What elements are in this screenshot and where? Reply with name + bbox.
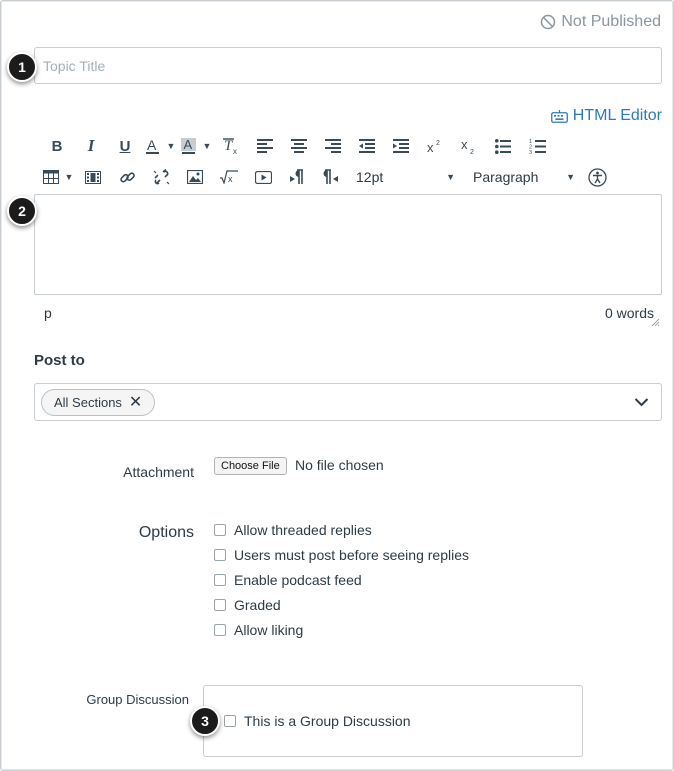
bullet-list-icon[interactable] — [486, 134, 520, 158]
editor-toolbar-row-1: B I U A ▼ A ▼ Tx x2 x2 123 — [40, 134, 554, 158]
resize-handle-icon[interactable] — [651, 318, 660, 327]
topic-title-input[interactable] — [34, 47, 662, 84]
checkbox[interactable] — [214, 624, 226, 636]
html-editor-link[interactable]: HTML Editor — [550, 107, 662, 125]
rich-text-editor-body[interactable] — [34, 194, 662, 295]
choose-file-button[interactable]: Choose File — [214, 457, 287, 475]
svg-text:x: x — [427, 140, 434, 154]
post-to-label: Post to — [34, 352, 85, 369]
options-label: Options — [138, 524, 194, 541]
svg-text:x: x — [233, 147, 237, 155]
option-label: Enable podcast feed — [234, 572, 362, 588]
checkbox[interactable] — [214, 549, 226, 561]
svg-text:x: x — [461, 137, 468, 152]
block-format-select[interactable]: Paragraph ▼ — [463, 165, 583, 189]
group-discussion-option[interactable]: This is a Group Discussion — [224, 713, 411, 729]
align-right-icon[interactable] — [316, 134, 350, 158]
option-allow-liking[interactable]: Allow liking — [214, 622, 303, 638]
outdent-icon[interactable] — [350, 134, 384, 158]
option-label: Users must post before seeing replies — [234, 547, 469, 563]
option-label: Allow liking — [234, 622, 304, 638]
equation-icon[interactable]: x — [212, 165, 246, 189]
editor-toolbar-row-2: ▼ x 12pt ▼ Paragraph ▼ — [40, 165, 611, 189]
checkbox[interactable] — [214, 574, 226, 586]
media-icon[interactable] — [76, 165, 110, 189]
file-status: No file chosen — [295, 457, 384, 473]
publish-status: Not Published — [540, 13, 661, 31]
word-count: 0 words — [604, 305, 654, 321]
image-icon[interactable] — [178, 165, 212, 189]
text-color-icon[interactable]: A — [142, 134, 164, 158]
link-icon[interactable] — [110, 165, 144, 189]
subscript-icon[interactable]: x2 — [452, 134, 486, 158]
section-chip: All Sections ✕ — [41, 389, 156, 416]
keyboard-icon — [550, 109, 568, 123]
callout-badge-3: 3 — [190, 706, 220, 736]
option-allow-threaded-replies[interactable]: Allow threaded replies — [214, 522, 372, 538]
text-color-dropdown-icon[interactable]: ▼ — [164, 134, 178, 158]
remove-chip-icon[interactable]: ✕ — [129, 394, 142, 411]
underline-icon[interactable]: U — [108, 134, 142, 158]
clear-formatting-icon[interactable]: Tx — [214, 134, 248, 158]
html-editor-label: HTML Editor — [572, 107, 662, 124]
option-label: Allow threaded replies — [234, 522, 372, 538]
indent-icon[interactable] — [384, 134, 418, 158]
chevron-down-icon: ▼ — [566, 172, 575, 182]
section-chip-label: All Sections — [54, 395, 122, 410]
callout-badge-1: 1 — [7, 52, 37, 82]
chevron-down-icon: ▼ — [446, 172, 455, 182]
svg-text:A: A — [184, 137, 193, 152]
superscript-icon[interactable]: x2 — [418, 134, 452, 158]
background-color-icon[interactable]: A — [178, 134, 200, 158]
group-discussion-label: Group Discussion — [86, 692, 189, 707]
video-icon[interactable] — [246, 165, 280, 189]
ltr-icon[interactable] — [280, 165, 314, 189]
option-label: This is a Group Discussion — [244, 713, 411, 729]
checkbox[interactable] — [224, 715, 236, 727]
accessibility-icon[interactable] — [583, 165, 611, 189]
editor-path-indicator: p — [44, 305, 52, 321]
svg-text:3: 3 — [529, 150, 532, 155]
table-icon[interactable] — [40, 165, 62, 189]
attachment-label: Attachment — [123, 464, 194, 480]
svg-text:2: 2 — [436, 140, 440, 147]
numbered-list-icon[interactable]: 123 — [520, 134, 554, 158]
checkbox[interactable] — [214, 524, 226, 536]
option-post-before-seeing-replies[interactable]: Users must post before seeing replies — [214, 547, 469, 563]
table-dropdown-icon[interactable]: ▼ — [62, 165, 76, 189]
svg-text:x: x — [228, 174, 233, 184]
not-published-icon — [541, 14, 556, 30]
rtl-icon[interactable] — [314, 165, 348, 189]
unlink-icon[interactable] — [144, 165, 178, 189]
option-graded[interactable]: Graded — [214, 597, 281, 613]
svg-text:2: 2 — [470, 149, 474, 155]
option-label: Graded — [234, 597, 281, 613]
align-left-icon[interactable] — [248, 134, 282, 158]
background-color-dropdown-icon[interactable]: ▼ — [200, 134, 214, 158]
italic-icon[interactable]: I — [74, 134, 108, 158]
svg-text:A: A — [147, 137, 157, 153]
block-format-value: Paragraph — [473, 169, 539, 185]
checkbox[interactable] — [214, 599, 226, 611]
post-to-select[interactable]: All Sections ✕ — [34, 383, 662, 421]
option-enable-podcast-feed[interactable]: Enable podcast feed — [214, 572, 362, 588]
font-size-value: 12pt — [356, 169, 384, 185]
font-size-select[interactable]: 12pt ▼ — [348, 165, 463, 189]
align-center-icon[interactable] — [282, 134, 316, 158]
publish-status-label: Not Published — [561, 13, 661, 30]
chevron-down-icon[interactable] — [634, 397, 649, 407]
callout-badge-2: 2 — [7, 196, 37, 226]
bold-icon[interactable]: B — [40, 134, 74, 158]
